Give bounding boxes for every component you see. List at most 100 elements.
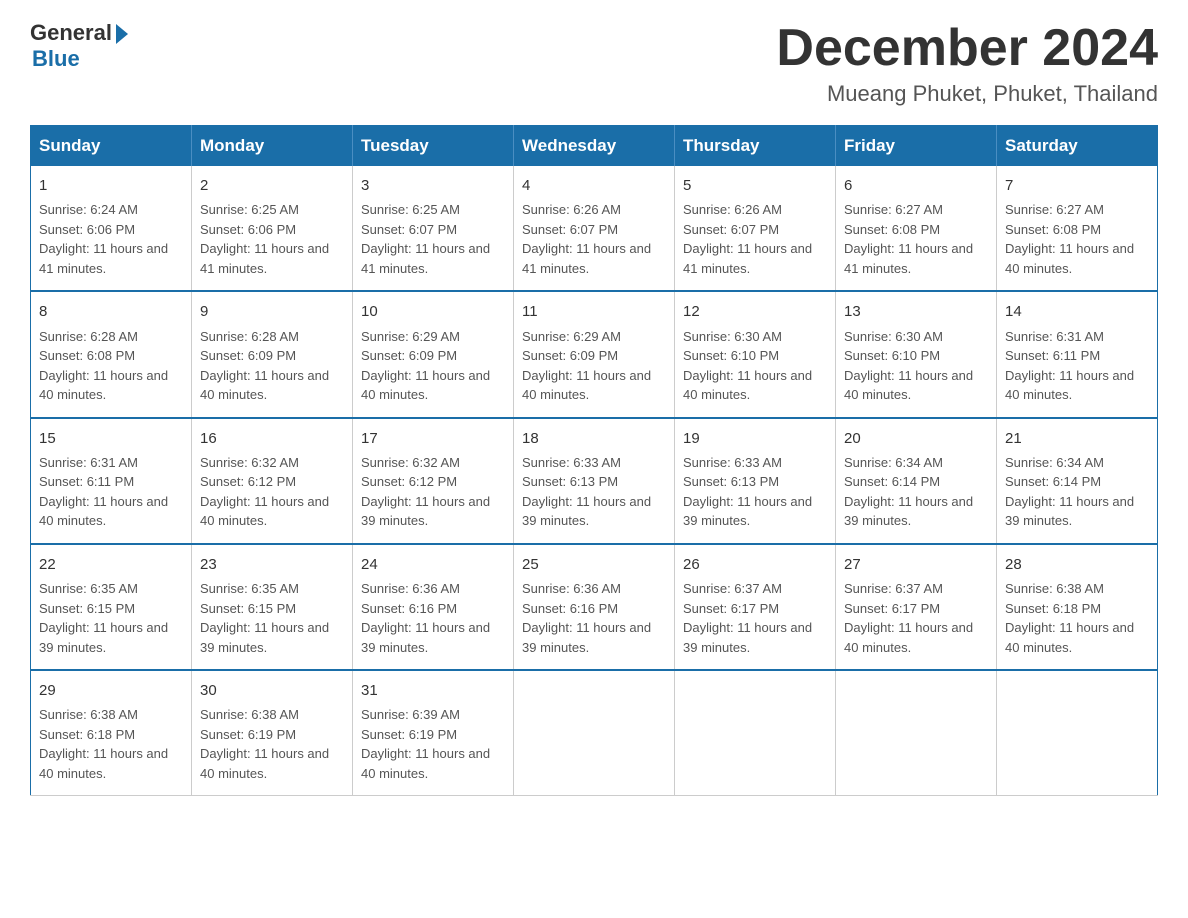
header-saturday: Saturday [997, 126, 1158, 167]
calendar-cell: 6 Sunrise: 6:27 AMSunset: 6:08 PMDayligh… [836, 166, 997, 291]
calendar-cell: 23 Sunrise: 6:35 AMSunset: 6:15 PMDaylig… [192, 544, 353, 670]
day-info: Sunrise: 6:32 AMSunset: 6:12 PMDaylight:… [361, 453, 505, 531]
day-info: Sunrise: 6:39 AMSunset: 6:19 PMDaylight:… [361, 705, 505, 783]
day-info: Sunrise: 6:38 AMSunset: 6:18 PMDaylight:… [1005, 579, 1149, 657]
header-friday: Friday [836, 126, 997, 167]
calendar-cell: 24 Sunrise: 6:36 AMSunset: 6:16 PMDaylig… [353, 544, 514, 670]
day-number: 26 [683, 553, 827, 576]
day-number: 30 [200, 679, 344, 702]
calendar-cell: 1 Sunrise: 6:24 AMSunset: 6:06 PMDayligh… [31, 166, 192, 291]
day-number: 1 [39, 174, 183, 197]
calendar-cell: 16 Sunrise: 6:32 AMSunset: 6:12 PMDaylig… [192, 418, 353, 544]
day-info: Sunrise: 6:31 AMSunset: 6:11 PMDaylight:… [1005, 327, 1149, 405]
day-number: 23 [200, 553, 344, 576]
calendar-cell: 7 Sunrise: 6:27 AMSunset: 6:08 PMDayligh… [997, 166, 1158, 291]
day-info: Sunrise: 6:37 AMSunset: 6:17 PMDaylight:… [683, 579, 827, 657]
day-number: 28 [1005, 553, 1149, 576]
day-info: Sunrise: 6:26 AMSunset: 6:07 PMDaylight:… [522, 200, 666, 278]
calendar-cell: 5 Sunrise: 6:26 AMSunset: 6:07 PMDayligh… [675, 166, 836, 291]
calendar-cell: 14 Sunrise: 6:31 AMSunset: 6:11 PMDaylig… [997, 291, 1158, 417]
day-info: Sunrise: 6:33 AMSunset: 6:13 PMDaylight:… [522, 453, 666, 531]
day-number: 20 [844, 427, 988, 450]
logo-general-text: General [30, 20, 112, 46]
calendar-cell [675, 670, 836, 796]
calendar-cell [514, 670, 675, 796]
day-number: 18 [522, 427, 666, 450]
day-number: 29 [39, 679, 183, 702]
calendar-cell: 12 Sunrise: 6:30 AMSunset: 6:10 PMDaylig… [675, 291, 836, 417]
calendar-cell: 15 Sunrise: 6:31 AMSunset: 6:11 PMDaylig… [31, 418, 192, 544]
calendar-week-row: 22 Sunrise: 6:35 AMSunset: 6:15 PMDaylig… [31, 544, 1158, 670]
day-number: 8 [39, 300, 183, 323]
day-number: 5 [683, 174, 827, 197]
calendar-cell: 31 Sunrise: 6:39 AMSunset: 6:19 PMDaylig… [353, 670, 514, 796]
day-info: Sunrise: 6:36 AMSunset: 6:16 PMDaylight:… [522, 579, 666, 657]
day-number: 21 [1005, 427, 1149, 450]
calendar-cell: 29 Sunrise: 6:38 AMSunset: 6:18 PMDaylig… [31, 670, 192, 796]
day-info: Sunrise: 6:30 AMSunset: 6:10 PMDaylight:… [844, 327, 988, 405]
calendar-cell: 9 Sunrise: 6:28 AMSunset: 6:09 PMDayligh… [192, 291, 353, 417]
calendar-table: Sunday Monday Tuesday Wednesday Thursday… [30, 125, 1158, 796]
calendar-cell: 25 Sunrise: 6:36 AMSunset: 6:16 PMDaylig… [514, 544, 675, 670]
logo: General Blue [30, 20, 128, 72]
calendar-cell: 26 Sunrise: 6:37 AMSunset: 6:17 PMDaylig… [675, 544, 836, 670]
day-info: Sunrise: 6:26 AMSunset: 6:07 PMDaylight:… [683, 200, 827, 278]
header-tuesday: Tuesday [353, 126, 514, 167]
calendar-cell: 17 Sunrise: 6:32 AMSunset: 6:12 PMDaylig… [353, 418, 514, 544]
calendar-week-row: 8 Sunrise: 6:28 AMSunset: 6:08 PMDayligh… [31, 291, 1158, 417]
day-number: 13 [844, 300, 988, 323]
day-number: 7 [1005, 174, 1149, 197]
calendar-cell [997, 670, 1158, 796]
day-number: 2 [200, 174, 344, 197]
day-number: 9 [200, 300, 344, 323]
day-number: 19 [683, 427, 827, 450]
calendar-cell: 10 Sunrise: 6:29 AMSunset: 6:09 PMDaylig… [353, 291, 514, 417]
day-info: Sunrise: 6:37 AMSunset: 6:17 PMDaylight:… [844, 579, 988, 657]
calendar-cell: 19 Sunrise: 6:33 AMSunset: 6:13 PMDaylig… [675, 418, 836, 544]
day-info: Sunrise: 6:24 AMSunset: 6:06 PMDaylight:… [39, 200, 183, 278]
day-number: 14 [1005, 300, 1149, 323]
day-info: Sunrise: 6:34 AMSunset: 6:14 PMDaylight:… [1005, 453, 1149, 531]
day-number: 31 [361, 679, 505, 702]
day-info: Sunrise: 6:25 AMSunset: 6:06 PMDaylight:… [200, 200, 344, 278]
calendar-cell: 3 Sunrise: 6:25 AMSunset: 6:07 PMDayligh… [353, 166, 514, 291]
header-thursday: Thursday [675, 126, 836, 167]
day-number: 17 [361, 427, 505, 450]
calendar-cell: 22 Sunrise: 6:35 AMSunset: 6:15 PMDaylig… [31, 544, 192, 670]
header-monday: Monday [192, 126, 353, 167]
day-info: Sunrise: 6:36 AMSunset: 6:16 PMDaylight:… [361, 579, 505, 657]
location-subtitle: Mueang Phuket, Phuket, Thailand [776, 81, 1158, 107]
day-info: Sunrise: 6:27 AMSunset: 6:08 PMDaylight:… [844, 200, 988, 278]
day-number: 24 [361, 553, 505, 576]
day-number: 6 [844, 174, 988, 197]
day-info: Sunrise: 6:27 AMSunset: 6:08 PMDaylight:… [1005, 200, 1149, 278]
weekday-header-row: Sunday Monday Tuesday Wednesday Thursday… [31, 126, 1158, 167]
day-number: 12 [683, 300, 827, 323]
calendar-cell: 28 Sunrise: 6:38 AMSunset: 6:18 PMDaylig… [997, 544, 1158, 670]
day-info: Sunrise: 6:38 AMSunset: 6:18 PMDaylight:… [39, 705, 183, 783]
day-info: Sunrise: 6:28 AMSunset: 6:08 PMDaylight:… [39, 327, 183, 405]
calendar-cell: 18 Sunrise: 6:33 AMSunset: 6:13 PMDaylig… [514, 418, 675, 544]
calendar-cell: 11 Sunrise: 6:29 AMSunset: 6:09 PMDaylig… [514, 291, 675, 417]
day-info: Sunrise: 6:30 AMSunset: 6:10 PMDaylight:… [683, 327, 827, 405]
calendar-cell: 20 Sunrise: 6:34 AMSunset: 6:14 PMDaylig… [836, 418, 997, 544]
calendar-cell: 8 Sunrise: 6:28 AMSunset: 6:08 PMDayligh… [31, 291, 192, 417]
day-info: Sunrise: 6:25 AMSunset: 6:07 PMDaylight:… [361, 200, 505, 278]
logo-arrow-icon [116, 24, 128, 44]
month-year-title: December 2024 [776, 20, 1158, 77]
day-number: 25 [522, 553, 666, 576]
calendar-cell: 30 Sunrise: 6:38 AMSunset: 6:19 PMDaylig… [192, 670, 353, 796]
header-wednesday: Wednesday [514, 126, 675, 167]
day-number: 4 [522, 174, 666, 197]
calendar-week-row: 1 Sunrise: 6:24 AMSunset: 6:06 PMDayligh… [31, 166, 1158, 291]
day-info: Sunrise: 6:31 AMSunset: 6:11 PMDaylight:… [39, 453, 183, 531]
day-info: Sunrise: 6:38 AMSunset: 6:19 PMDaylight:… [200, 705, 344, 783]
day-info: Sunrise: 6:32 AMSunset: 6:12 PMDaylight:… [200, 453, 344, 531]
calendar-cell: 27 Sunrise: 6:37 AMSunset: 6:17 PMDaylig… [836, 544, 997, 670]
day-number: 11 [522, 300, 666, 323]
calendar-week-row: 29 Sunrise: 6:38 AMSunset: 6:18 PMDaylig… [31, 670, 1158, 796]
page-header: General Blue December 2024 Mueang Phuket… [30, 20, 1158, 107]
day-number: 22 [39, 553, 183, 576]
calendar-cell: 2 Sunrise: 6:25 AMSunset: 6:06 PMDayligh… [192, 166, 353, 291]
header-sunday: Sunday [31, 126, 192, 167]
